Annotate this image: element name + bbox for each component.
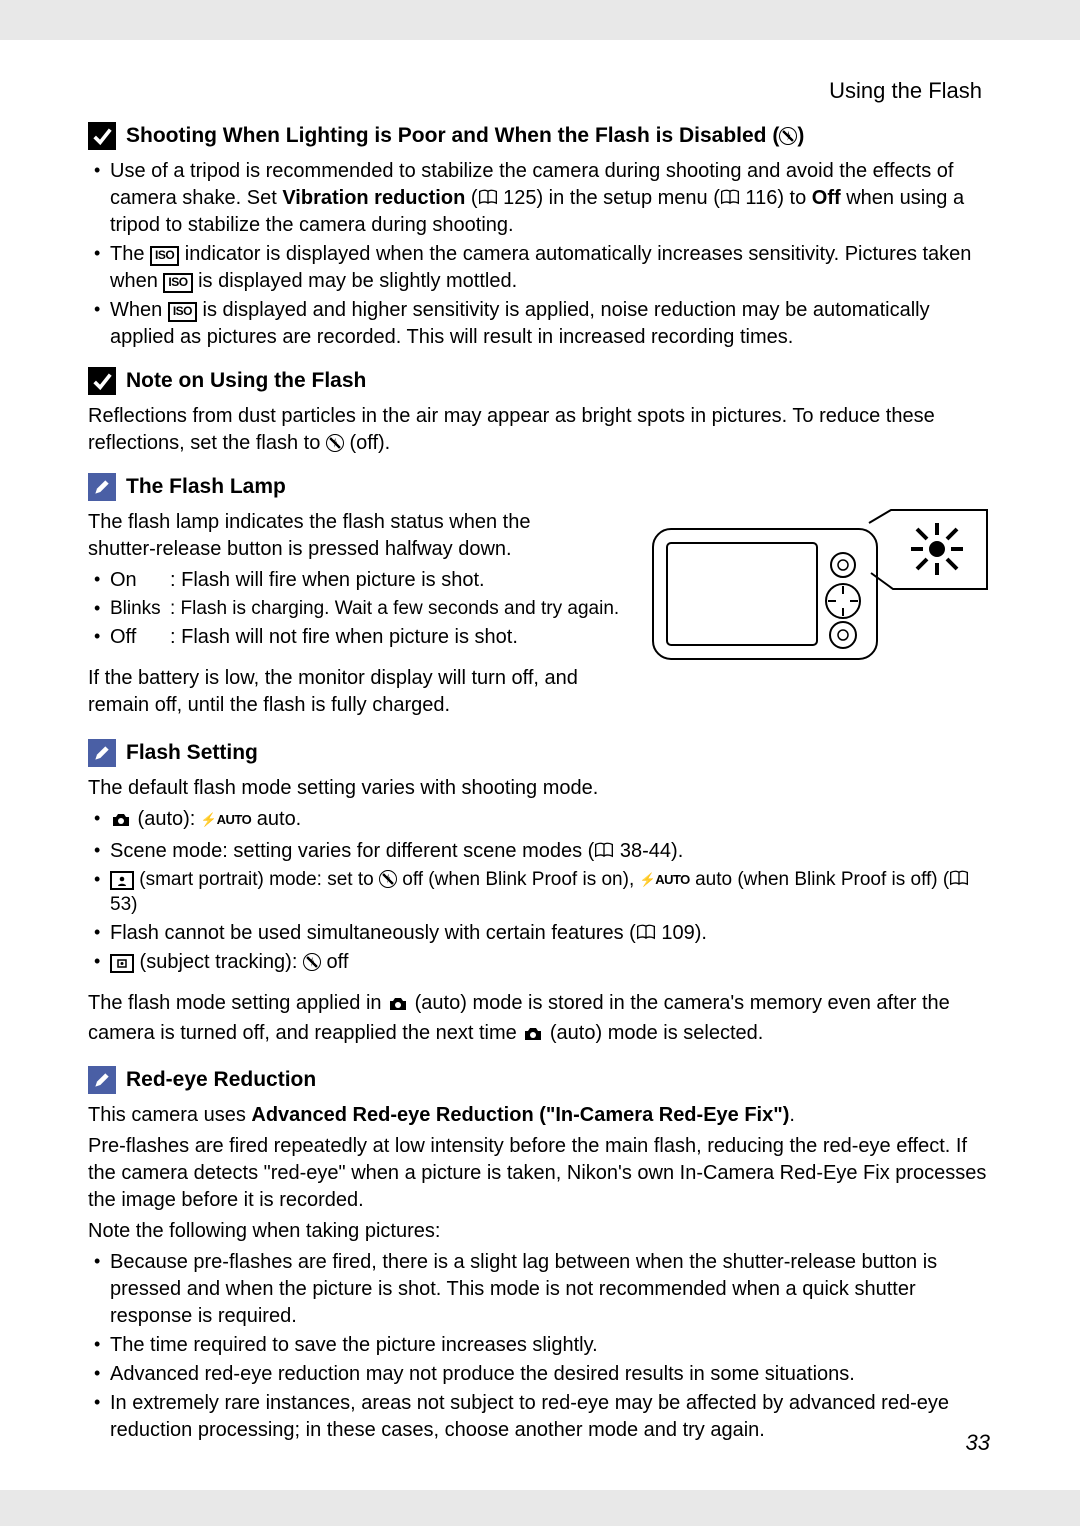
page-header: Using the Flash — [88, 78, 992, 104]
iso-indicator-icon: ISO — [163, 273, 192, 293]
page-number: 33 — [966, 1430, 990, 1456]
list-item: Because pre-flashes are fired, there is … — [88, 1249, 992, 1330]
page-ref-icon — [478, 187, 498, 203]
body-text: The default flash mode setting varies wi… — [88, 775, 992, 802]
body-text: If the battery is low, the monitor displ… — [88, 665, 628, 719]
flash-off-icon — [779, 127, 797, 145]
flash-off-icon — [303, 953, 321, 971]
section-title: Shooting When Lighting is Poor and When … — [88, 122, 992, 150]
section-poor-lighting: Shooting When Lighting is Poor and When … — [88, 122, 992, 351]
list-item: On: Flash will fire when picture is shot… — [88, 567, 628, 594]
body-text: The flash mode setting applied in (auto)… — [88, 990, 992, 1050]
info-pencil-icon — [88, 1066, 116, 1094]
page-ref-icon — [720, 187, 740, 203]
body-text: The flash lamp indicates the flash statu… — [88, 509, 588, 563]
list-item: Use of a tripod is recommended to stabil… — [88, 158, 992, 239]
section-title: The Flash Lamp — [88, 473, 992, 501]
camera-auto-icon — [110, 809, 132, 836]
list-item: Off: Flash will not fire when picture is… — [88, 624, 628, 651]
flash-auto-icon: ⚡AUTO — [640, 872, 690, 887]
section-title: Flash Setting — [88, 739, 992, 767]
section-red-eye: Red-eye Reduction This camera uses Advan… — [88, 1066, 992, 1444]
iso-indicator-icon: ISO — [168, 302, 197, 322]
list-item: (subject tracking): off — [88, 949, 992, 976]
section-title: Red-eye Reduction — [88, 1066, 992, 1094]
flash-auto-icon: ⚡AUTO — [201, 812, 251, 827]
flash-off-icon — [326, 434, 344, 452]
list-item: (auto): ⚡AUTO auto. — [88, 806, 992, 836]
section-flash-setting: Flash Setting The default flash mode set… — [88, 739, 992, 1050]
note-icon — [88, 367, 116, 395]
page-ref-icon — [949, 869, 969, 885]
list-item: Scene mode: setting varies for different… — [88, 838, 992, 865]
list-item: When ISO is displayed and higher sensiti… — [88, 297, 992, 351]
section-title-text: Shooting When Lighting is Poor and When … — [126, 124, 779, 147]
list-item: The time required to save the picture in… — [88, 1332, 992, 1359]
list-item: Blinks: Flash is charging. Wait a few se… — [88, 596, 628, 622]
list-item: In extremely rare instances, areas not s… — [88, 1390, 992, 1444]
body-text: Pre-flashes are fired repeatedly at low … — [88, 1133, 992, 1214]
body-text: Note the following when taking pictures: — [88, 1218, 992, 1245]
section-title-text: Note on Using the Flash — [126, 369, 366, 393]
page-ref-icon — [636, 922, 656, 938]
section-title-text: Flash Setting — [126, 741, 258, 765]
subject-tracking-icon — [110, 954, 134, 973]
section-title-text: The Flash Lamp — [126, 475, 286, 499]
iso-indicator-icon: ISO — [150, 246, 179, 266]
list-item: Advanced red-eye reduction may not produ… — [88, 1361, 992, 1388]
section-title-text: Red-eye Reduction — [126, 1068, 316, 1092]
note-icon — [88, 122, 116, 150]
info-pencil-icon — [88, 473, 116, 501]
flash-off-icon — [379, 870, 397, 888]
manual-page: Using the Flash Shooting When Lighting i… — [0, 40, 1080, 1490]
list-item: Flash cannot be used simultaneously with… — [88, 920, 992, 947]
camera-auto-icon — [522, 1023, 544, 1050]
section-title: Note on Using the Flash — [88, 367, 992, 395]
body-text: This camera uses Advanced Red-eye Reduct… — [88, 1102, 992, 1129]
camera-flash-lamp-illustration — [647, 509, 992, 669]
section-title-end: ) — [797, 124, 804, 147]
section-note-flash: Note on Using the Flash Reflections from… — [88, 367, 992, 457]
smart-portrait-icon — [110, 871, 134, 890]
section-flash-lamp: The Flash Lamp The flash lamp indicates … — [88, 473, 992, 723]
page-ref-icon — [594, 840, 614, 856]
body-text: Reflections from dust particles in the a… — [88, 403, 992, 457]
list-item: (smart portrait) mode: set to off (when … — [88, 867, 992, 918]
info-pencil-icon — [88, 739, 116, 767]
list-item: The ISO indicator is displayed when the … — [88, 241, 992, 295]
camera-auto-icon — [387, 993, 409, 1020]
